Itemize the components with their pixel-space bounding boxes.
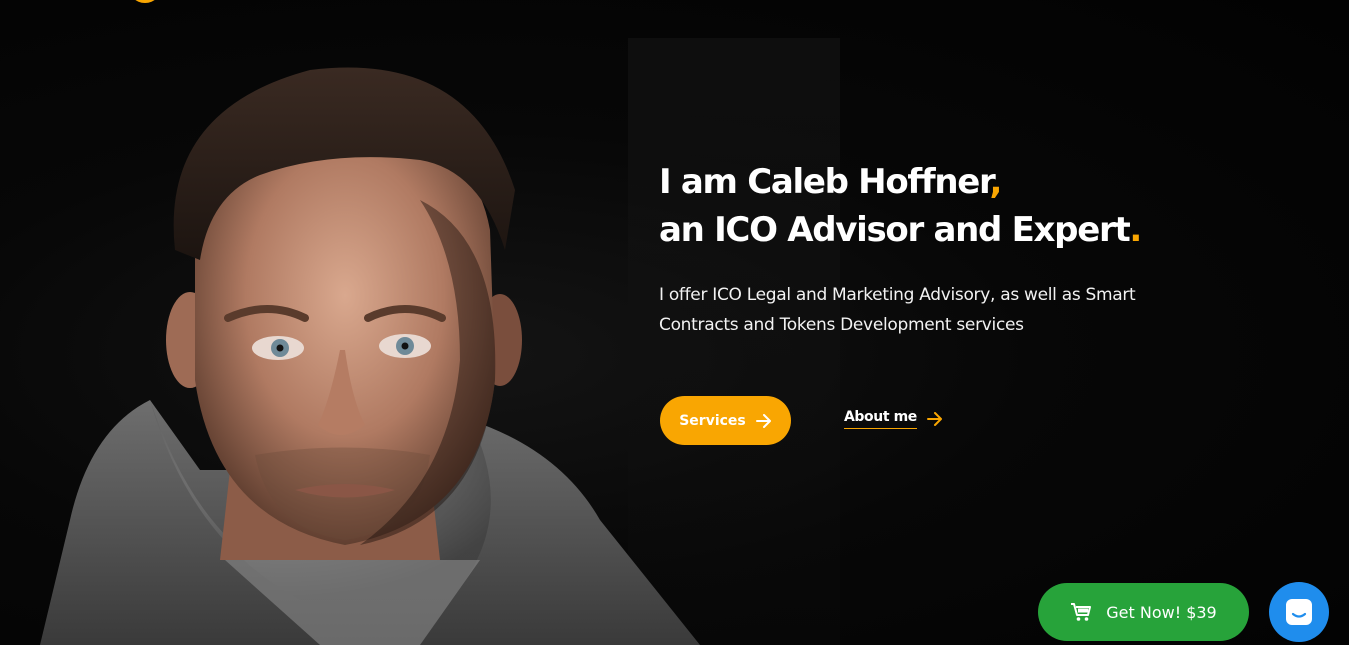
cart-icon xyxy=(1070,602,1092,622)
arrow-right-icon xyxy=(926,412,943,426)
headline-line-1: I am Caleb Hoffner xyxy=(659,162,991,202)
chat-icon xyxy=(1284,597,1314,627)
about-me-label: About me xyxy=(844,409,917,429)
portrait-image xyxy=(40,67,700,645)
about-me-link[interactable]: About me xyxy=(844,409,943,429)
hero-headline: I am Caleb Hoffner, an ICO Advisor and E… xyxy=(659,158,1279,254)
headline-line-2: an ICO Advisor and Expert xyxy=(659,210,1131,250)
headline-period: . xyxy=(1129,210,1142,250)
chat-launcher-button[interactable] xyxy=(1269,582,1329,642)
headline-comma: , xyxy=(989,162,1003,202)
hero-lead-text: I offer ICO Legal and Marketing Advisory… xyxy=(659,285,1136,335)
arrow-right-icon xyxy=(755,413,772,428)
get-now-button[interactable]: Get Now! $39 xyxy=(1038,583,1249,641)
services-button-label: Services xyxy=(679,412,746,429)
services-button[interactable]: Services xyxy=(660,396,791,445)
hero-section: I am Caleb Hoffner, an ICO Advisor and E… xyxy=(0,0,1349,645)
get-now-label: Get Now! $39 xyxy=(1106,602,1217,622)
